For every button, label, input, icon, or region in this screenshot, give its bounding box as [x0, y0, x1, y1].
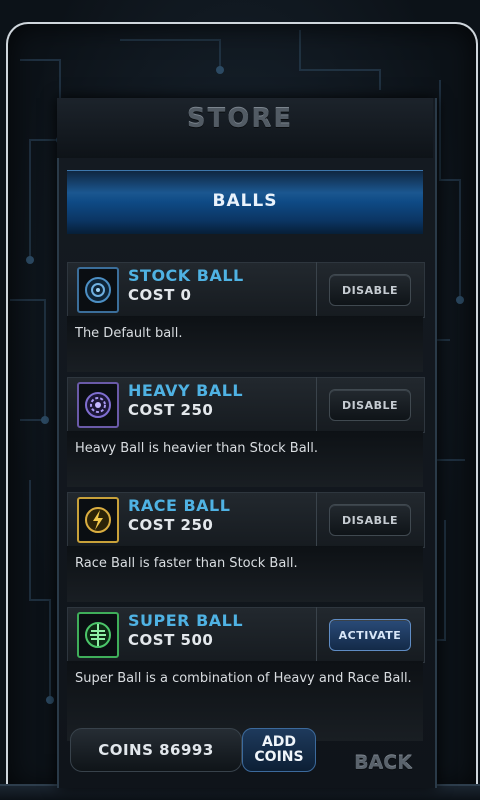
item-cost: COST 250: [128, 516, 214, 534]
disable-button[interactable]: DISABLE: [329, 274, 411, 306]
add-coins-button[interactable]: ADD COINS: [242, 728, 316, 772]
item-divider: [316, 262, 317, 316]
item-divider: [316, 492, 317, 546]
coins-display: COINS 86993: [70, 728, 242, 772]
disable-button[interactable]: DISABLE: [329, 504, 411, 536]
super-ball-icon: [77, 612, 119, 658]
item-cost: COST 250: [128, 401, 214, 419]
add-coins-label-line1: ADD: [261, 734, 297, 750]
add-coins-label-line2: COINS: [254, 749, 304, 765]
item-description: The Default ball.: [75, 326, 183, 341]
item-cost: COST 500: [128, 631, 214, 649]
item-cost: COST 0: [128, 286, 192, 304]
item-name: STOCK BALL: [128, 266, 244, 285]
item-name: SUPER BALL: [128, 611, 244, 630]
item-body: [67, 431, 423, 487]
item-divider: [316, 377, 317, 431]
item-body: [67, 546, 423, 602]
race-ball-icon: [77, 497, 119, 543]
activate-button[interactable]: ACTIVATE: [329, 619, 411, 651]
item-body: [67, 316, 423, 372]
item-divider: [316, 607, 317, 661]
item-name: HEAVY BALL: [128, 381, 244, 400]
item-name: RACE BALL: [128, 496, 231, 515]
heavy-ball-icon: [77, 382, 119, 428]
item-description: Race Ball is faster than Stock Ball.: [75, 556, 298, 571]
item-description: Super Ball is a combination of Heavy and…: [75, 671, 412, 686]
stock-ball-icon: [77, 267, 119, 313]
tab-balls-label: BALLS: [212, 191, 278, 211]
store-title: STORE: [186, 104, 294, 134]
disable-button[interactable]: DISABLE: [329, 389, 411, 421]
back-button[interactable]: BACK: [346, 752, 420, 778]
item-description: Heavy Ball is heavier than Stock Ball.: [75, 441, 319, 456]
